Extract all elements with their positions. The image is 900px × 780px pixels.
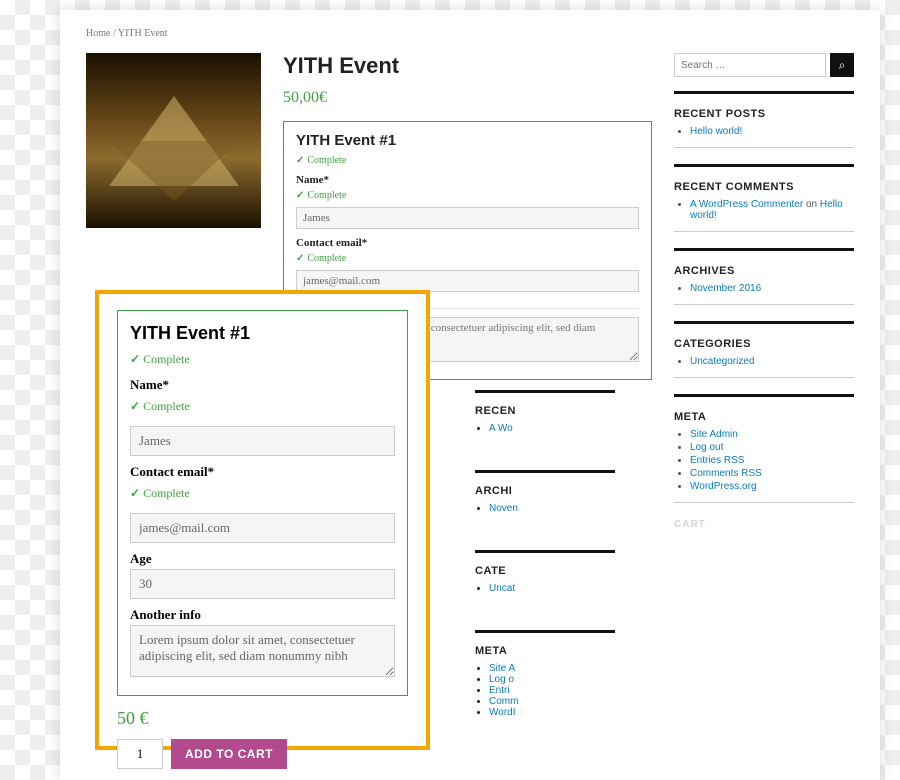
product-title: YITH Event [283,53,652,79]
bg-archives-widget: ARCHI Noven [475,470,615,514]
bg-categories-widget: CATE Uncat [475,550,615,594]
breadcrumb: Home / YITH Event [86,28,854,39]
event-popup: YITH Event #1 Complete Name* Complete Co… [95,290,430,750]
name-status: Complete [296,190,639,201]
recent-posts-widget: RECENT POSTS Hello world! [674,108,854,137]
popup-email-label: Contact email* [130,464,395,480]
archive-link[interactable]: November 2016 [690,283,761,294]
popup-quantity-stepper[interactable] [117,739,163,769]
popup-info-label: Another info [130,607,395,623]
post-link[interactable]: Hello world! [690,126,742,137]
popup-age-field[interactable] [130,569,395,599]
sidebar: ⌕ RECENT POSTS Hello world! RECENT COMME… [674,53,854,530]
meta-widget: META Site Admin Log out Entries RSS Comm… [674,411,854,492]
recent-comments-widget: RECENT COMMENTS A WordPress Commenter on… [674,181,854,221]
bg-meta-widget: META Site A Log o Entri Comm WordI [475,630,615,718]
popup-info-field[interactable]: Lorem ipsum dolor sit amet, consectetuer… [130,625,395,677]
email-status: Complete [296,253,639,264]
search-button[interactable]: ⌕ [830,53,854,77]
email-field[interactable] [296,270,639,292]
popup-name-status: Complete [130,399,395,414]
form-status: Complete [296,155,639,166]
category-link[interactable]: Uncategorized [690,356,754,367]
popup-name-label: Name* [130,377,395,393]
name-label: Name* [296,174,639,186]
product-image[interactable] [86,53,261,228]
meta-link[interactable]: Entries RSS [690,455,744,466]
meta-link[interactable]: Site Admin [690,429,738,440]
breadcrumb-home[interactable]: Home [86,28,110,39]
archives-widget: ARCHIVES November 2016 [674,265,854,294]
widget-title: CATEGORIES [674,338,854,350]
popup-add-to-cart-button[interactable]: ADD TO CART [171,739,287,769]
widget-title: RECENT POSTS [674,108,854,120]
search-form: ⌕ [674,53,854,77]
search-input[interactable] [674,53,826,77]
popup-title: YITH Event #1 [130,323,395,344]
popup-form-panel: YITH Event #1 Complete Name* Complete Co… [117,310,408,696]
name-field[interactable] [296,207,639,229]
search-icon: ⌕ [839,58,846,72]
popup-price: 50 € [117,708,408,729]
meta-link[interactable]: Log out [690,442,723,453]
bg-recent-widget: RECEN A Wo [475,390,615,434]
email-label: Contact email* [296,237,639,249]
cart-widget-title: CART [674,519,854,530]
categories-widget: CATEGORIES Uncategorized [674,338,854,367]
widget-title: ARCHIVES [674,265,854,277]
popup-age-label: Age [130,551,395,567]
popup-add-row: ADD TO CART [117,739,408,769]
meta-link[interactable]: WordPress.org [690,481,757,492]
meta-link[interactable]: Comments RSS [690,468,762,479]
product-price: 50,00€ [283,89,652,107]
popup-name-field[interactable] [130,426,395,456]
breadcrumb-current: YITH Event [118,28,168,39]
comment-author-link[interactable]: A WordPress Commenter [690,199,803,210]
popup-status: Complete [130,352,395,367]
event-form-title: YITH Event #1 [296,132,639,149]
popup-email-field[interactable] [130,513,395,543]
popup-email-status: Complete [130,486,395,501]
widget-title: RECENT COMMENTS [674,181,854,193]
widget-title: META [674,411,854,423]
